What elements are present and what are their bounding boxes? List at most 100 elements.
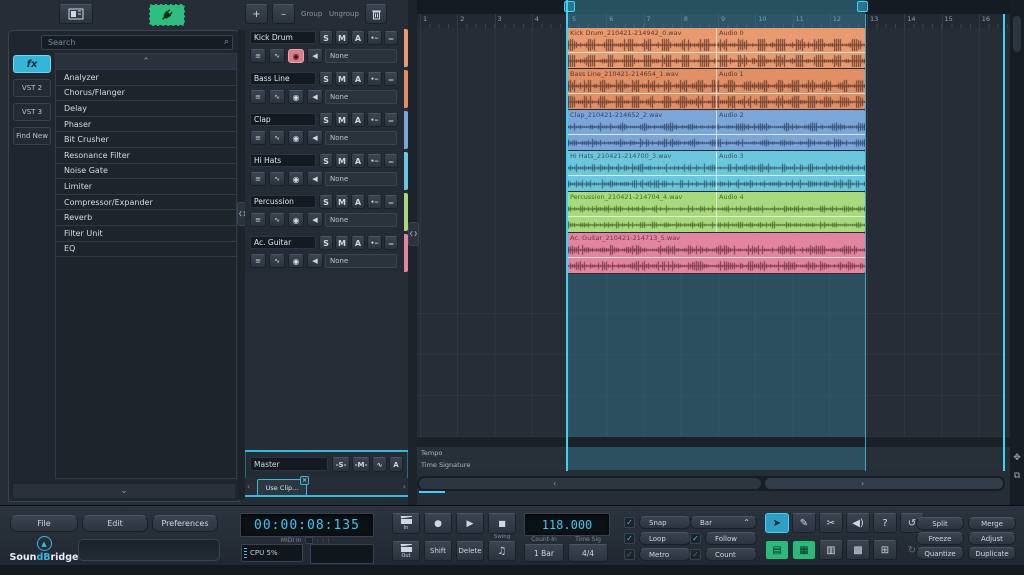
midi-routing-icon[interactable]: ≡: [250, 90, 266, 104]
mixer-button[interactable]: ▥: [819, 540, 843, 560]
arrangement-track-row[interactable]: Bass Line_210421-214654_1.wav Audio 1: [417, 69, 1010, 109]
solo-button[interactable]: S: [319, 236, 333, 250]
tempo-display[interactable]: 118.000: [524, 513, 610, 536]
lanes-button[interactable]: •‒: [367, 113, 382, 127]
audio-clip[interactable]: Clap_210421-214652_2.wav Audio 2: [567, 110, 865, 150]
count-in-value[interactable]: 1 Bar: [524, 544, 564, 562]
group-button[interactable]: Group: [301, 10, 322, 18]
swing-button[interactable]: ♫: [488, 541, 516, 561]
toggle-checkbox[interactable]: ✓: [690, 549, 701, 560]
move-tool-icon[interactable]: ✥: [1011, 452, 1023, 464]
master-solo-button[interactable]: -S-: [332, 457, 350, 472]
track-header[interactable]: Clap S M A •‒ ‒ ≡ ∿ ◉ ◀ None: [245, 110, 408, 150]
audio-clip[interactable]: Hi Hats_210421-214700_3.wav Audio 3: [567, 151, 865, 191]
remove-track-button[interactable]: –: [272, 4, 295, 24]
piano-roll-button[interactable]: ▤: [765, 540, 789, 560]
midi-routing-icon[interactable]: ≡: [250, 49, 266, 63]
automation-curve-icon[interactable]: ∿: [269, 213, 285, 227]
lanes-button[interactable]: •‒: [367, 72, 382, 86]
lanes-button[interactable]: •‒: [367, 236, 382, 250]
search-input[interactable]: [41, 35, 233, 50]
marker-strip[interactable]: [417, 0, 1010, 14]
plugin-list-item[interactable]: Delay: [56, 101, 236, 117]
monitor-icon[interactable]: ◀: [307, 90, 323, 104]
pencil-tool[interactable]: ✎: [792, 513, 816, 533]
lanes-button[interactable]: •‒: [367, 154, 382, 168]
automation-button[interactable]: A: [351, 113, 365, 127]
input-selector[interactable]: None: [325, 49, 397, 63]
list-scroll-up[interactable]: ⌃: [56, 54, 236, 70]
browser-tab[interactable]: Find New: [13, 127, 51, 145]
arrangement-track-row[interactable]: Ac. Guitar_210421-214713_5.wav: [417, 233, 1010, 273]
automation-button[interactable]: A: [351, 72, 365, 86]
toggle-checkbox[interactable]: ✓: [624, 533, 635, 544]
adjust-button[interactable]: Adjust: [968, 532, 1016, 545]
plugin-list-item[interactable]: Analyzer: [56, 70, 236, 86]
loop-end-marker[interactable]: [857, 1, 868, 12]
monitor-icon[interactable]: ◀: [307, 172, 323, 186]
playhead[interactable]: [566, 0, 568, 471]
toggle-label[interactable]: Snap: [639, 516, 691, 529]
shift-button[interactable]: Shift: [424, 541, 452, 561]
automation-curve-icon[interactable]: ∿: [269, 254, 285, 268]
split-button[interactable]: Split: [916, 517, 964, 530]
solo-button[interactable]: S: [319, 195, 333, 209]
toggle-label[interactable]: Follow: [705, 532, 757, 545]
duplicate-button[interactable]: Duplicate: [968, 547, 1016, 560]
midi-routing-icon[interactable]: ≡: [250, 213, 266, 227]
master-name-field[interactable]: Master: [250, 457, 328, 471]
automation-curve-icon[interactable]: ∿: [269, 49, 285, 63]
vertical-scroll-handle[interactable]: [1013, 16, 1021, 52]
scroll-left-icon[interactable]: ‹: [553, 478, 556, 489]
plugin-list-item[interactable]: Noise Gate: [56, 164, 236, 180]
midi-routing-icon[interactable]: ≡: [250, 172, 266, 186]
monitor-icon[interactable]: ◀: [307, 213, 323, 227]
lanes-button[interactable]: •‒: [367, 195, 382, 209]
collapse-button[interactable]: ‒: [384, 31, 398, 45]
solo-button[interactable]: S: [319, 154, 333, 168]
record-arm-button[interactable]: ◉: [288, 254, 304, 268]
toggle-checkbox[interactable]: ✓: [624, 549, 635, 560]
automation-curve-icon[interactable]: ∿: [269, 90, 285, 104]
record-arm-button[interactable]: ◉: [288, 213, 304, 227]
automation-curve-icon[interactable]: ∿: [269, 131, 285, 145]
master-curve-icon[interactable]: ∿: [372, 457, 387, 472]
arrangement-track-row[interactable]: Hi Hats_210421-214700_3.wav Audio 3: [417, 151, 1010, 191]
input-selector[interactable]: None: [325, 213, 397, 227]
collapse-button[interactable]: ‒: [384, 195, 398, 209]
toggle-label[interactable]: Count: [705, 548, 757, 561]
list-scroll-down[interactable]: ⌄: [13, 484, 235, 498]
mute-button[interactable]: M: [335, 195, 349, 209]
step-sequencer-button[interactable]: ▦: [792, 540, 816, 560]
mute-button[interactable]: M: [335, 236, 349, 250]
monitor-icon[interactable]: ◀: [307, 49, 323, 63]
play-button[interactable]: ▶: [456, 513, 484, 534]
input-selector[interactable]: None: [325, 90, 397, 104]
input-selector[interactable]: None: [325, 254, 397, 268]
preferences-menu-button[interactable]: Preferences: [152, 515, 218, 532]
track-name-field[interactable]: Hi Hats: [250, 154, 316, 167]
plugin-list-item[interactable]: EQ: [56, 242, 236, 258]
audio-clip[interactable]: Ac. Guitar_210421-214713_5.wav: [567, 233, 865, 273]
record-button[interactable]: ●: [424, 513, 452, 534]
project-end-marker[interactable]: [1003, 14, 1005, 471]
audio-clip[interactable]: Bass Line_210421-214654_1.wav Audio 1: [567, 69, 865, 109]
automation-button[interactable]: A: [351, 154, 365, 168]
track-header[interactable]: Percussion S M A •‒ ‒ ≡ ∿ ◉ ◀ None: [245, 192, 408, 232]
freeze-button[interactable]: Freeze: [916, 532, 964, 545]
status-field[interactable]: [78, 539, 220, 561]
vertical-scrollbar[interactable]: ✥ ⧉: [1010, 0, 1024, 505]
plugin-browser-button[interactable]: [149, 4, 185, 26]
edit-menu-button[interactable]: Edit: [82, 515, 148, 532]
panel-divider-left[interactable]: [238, 30, 245, 500]
clip-tab[interactable]: Use Clip... ×: [257, 476, 309, 496]
merge-button[interactable]: Merge: [968, 517, 1016, 530]
clip-tab-scroll-right[interactable]: ›: [403, 482, 406, 491]
record-arm-button[interactable]: ◉: [288, 90, 304, 104]
solo-button[interactable]: S: [319, 113, 333, 127]
scrollbar-segment[interactable]: [765, 478, 1003, 489]
bar-mode-dropdown[interactable]: Bar ⌃: [690, 516, 757, 529]
track-header[interactable]: Kick Drum S M A •‒ ‒ ≡ ∿ ◉ ◀ None: [245, 28, 408, 68]
plugin-list-item[interactable]: Limiter: [56, 179, 236, 195]
midi-routing-icon[interactable]: ≡: [250, 254, 266, 268]
